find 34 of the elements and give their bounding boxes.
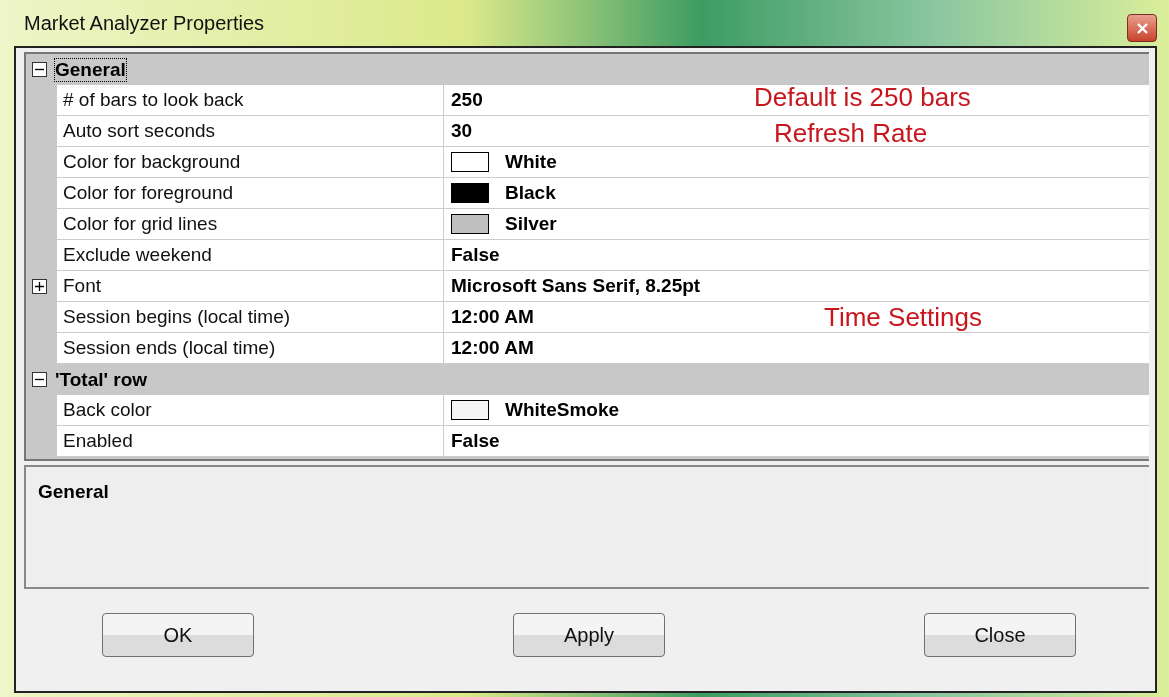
property-value[interactable]: WhiteSmoke bbox=[505, 399, 620, 421]
property-value[interactable]: Microsoft Sans Serif, 8.25pt bbox=[444, 271, 1149, 302]
category-header[interactable]: General bbox=[55, 58, 126, 81]
property-value[interactable]: 12:00 AM bbox=[444, 333, 1149, 364]
property-label[interactable]: Color for foreground bbox=[57, 178, 444, 209]
property-value[interactable]: False bbox=[444, 240, 1149, 271]
dialog-button[interactable]: OK bbox=[102, 613, 254, 657]
property-value[interactable]: Black bbox=[505, 182, 556, 204]
property-label[interactable]: Session ends (local time) bbox=[57, 333, 444, 364]
property-label[interactable]: Color for grid lines bbox=[57, 209, 444, 240]
property-label[interactable]: Exclude weekend bbox=[57, 240, 444, 271]
dialog-button[interactable]: Close bbox=[924, 613, 1076, 657]
property-label[interactable]: Color for background bbox=[57, 147, 444, 178]
property-label[interactable]: Session begins (local time) bbox=[57, 302, 444, 333]
property-label[interactable]: Enabled bbox=[57, 426, 444, 457]
expand-icon[interactable] bbox=[32, 279, 47, 294]
annotation-text: Time Settings bbox=[824, 302, 982, 333]
close-icon bbox=[1136, 22, 1148, 34]
property-label[interactable]: Back color bbox=[57, 395, 444, 426]
property-value[interactable]: False bbox=[444, 426, 1149, 457]
annotation-text: Default is 250 bars bbox=[754, 82, 971, 113]
dialog-button[interactable]: Apply bbox=[513, 613, 665, 657]
property-value[interactable]: Silver bbox=[505, 213, 557, 235]
property-value[interactable]: White bbox=[505, 151, 557, 173]
collapse-icon[interactable] bbox=[32, 62, 47, 77]
property-label[interactable]: # of bars to look back bbox=[57, 85, 444, 116]
collapse-icon[interactable] bbox=[32, 372, 47, 387]
annotation-text: Refresh Rate bbox=[774, 118, 928, 149]
property-label[interactable]: Auto sort seconds bbox=[57, 116, 444, 147]
window-title: Market Analyzer Properties bbox=[23, 11, 265, 35]
category-header[interactable]: 'Total' row bbox=[55, 368, 148, 391]
close-button[interactable] bbox=[1127, 14, 1157, 42]
property-label[interactable]: Font bbox=[57, 271, 444, 302]
description-title: General bbox=[38, 481, 109, 502]
